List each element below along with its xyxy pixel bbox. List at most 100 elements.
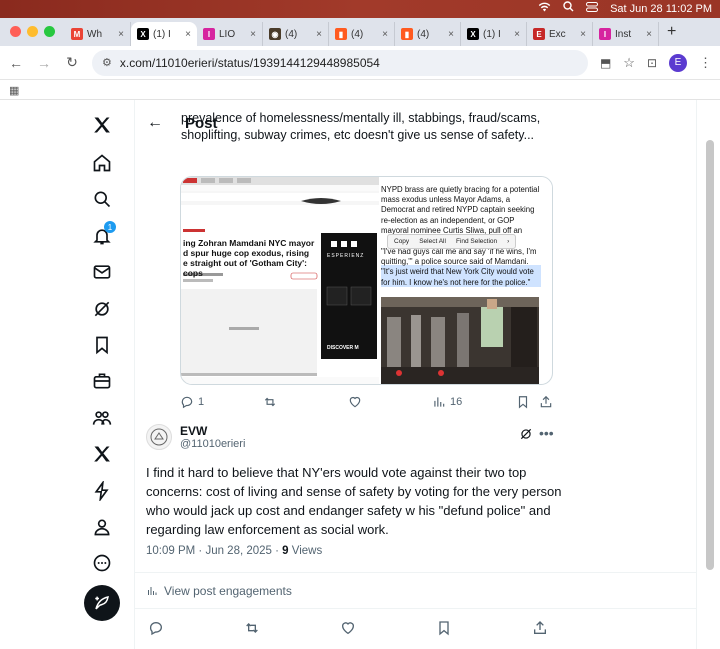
bookmark-icon	[518, 396, 528, 409]
tab-close-icon[interactable]: ×	[448, 29, 454, 40]
tab-title: Exc	[549, 28, 566, 40]
jobs-briefcase-icon[interactable]	[84, 366, 120, 396]
browser-tab[interactable]: M Wh ×	[65, 22, 131, 46]
author-handle[interactable]: @11010erieri	[180, 438, 245, 450]
tab-favicon-icon: M	[71, 28, 83, 40]
messages-envelope-icon[interactable]	[84, 257, 120, 287]
bookmark-icon	[439, 621, 449, 636]
premium-x-icon[interactable]	[84, 439, 120, 469]
tab-close-icon[interactable]: ×	[580, 29, 586, 40]
tab-title: (1) I	[483, 28, 501, 40]
grok-explain-button[interactable]	[519, 427, 533, 441]
explore-search-icon[interactable]	[84, 184, 120, 214]
tab-title: LIO	[219, 28, 236, 40]
heart-icon	[349, 396, 361, 408]
back-button[interactable]: ←	[147, 114, 163, 132]
page-scrollbar[interactable]	[706, 140, 714, 570]
parent-repost-button[interactable]	[263, 395, 277, 409]
tab-favicon-icon: ▮	[401, 28, 413, 40]
more-options-icon[interactable]	[84, 548, 120, 578]
tab-title: (1) I	[153, 28, 171, 40]
tab-close-icon[interactable]: ×	[118, 29, 124, 40]
menubar-clock[interactable]: Sat Jun 28 11:02 PM	[610, 0, 712, 18]
bookmark-star-icon[interactable]: ☆	[623, 55, 635, 71]
repost-button[interactable]	[244, 620, 260, 636]
article-right-quote: "I've had guys call me and say 'if he wi…	[381, 247, 537, 287]
home-icon[interactable]	[84, 148, 120, 178]
context-menu-find-selection[interactable]: Find Selection	[456, 238, 497, 245]
parent-reply-count: 1	[198, 396, 205, 408]
forward-arrow-icon[interactable]: →	[36, 55, 52, 71]
x-logo-icon[interactable]	[84, 110, 120, 140]
close-window-button[interactable]	[10, 26, 21, 37]
browser-tab[interactable]: I LIO ×	[197, 22, 263, 46]
browser-tab[interactable]: I Inst ×	[593, 22, 659, 46]
new-tab-button[interactable]: +	[659, 23, 686, 46]
tab-favicon-icon: X	[467, 28, 479, 40]
search-icon[interactable]	[563, 0, 574, 18]
verified-orgs-lightning-icon[interactable]	[84, 476, 120, 506]
tab-title: (4)	[285, 28, 298, 40]
apps-grid-icon[interactable]: ▦	[9, 84, 19, 97]
minimize-window-button[interactable]	[27, 26, 38, 37]
parent-share-button[interactable]	[539, 395, 553, 409]
browser-tab[interactable]: ▮ (4) ×	[329, 22, 395, 46]
notifications-bell-icon[interactable]: 1	[84, 221, 120, 251]
tab-close-icon[interactable]: ×	[646, 29, 652, 40]
parent-like-button[interactable]	[348, 395, 362, 409]
view-engagements-label[interactable]: View post engagements	[164, 584, 292, 598]
post-more-icon[interactable]: •••	[539, 425, 554, 441]
compose-post-button[interactable]	[84, 585, 120, 621]
browser-tab[interactable]: X (1) I ×	[131, 22, 197, 46]
install-app-icon[interactable]: ⬒	[600, 56, 611, 70]
profile-avatar[interactable]: E	[669, 53, 687, 72]
maximize-window-button[interactable]	[44, 26, 55, 37]
reply-button[interactable]	[148, 620, 164, 636]
context-menu-more-icon[interactable]: ›	[507, 238, 509, 245]
tab-search-icon[interactable]: ⊡	[647, 56, 657, 70]
control-center-icon[interactable]	[586, 0, 599, 18]
tab-title: Wh	[87, 28, 102, 40]
browser-tab[interactable]: ◉ (4) ×	[263, 22, 329, 46]
browser-tab[interactable]: X (1) I ×	[461, 22, 527, 46]
tab-close-icon[interactable]: ×	[250, 29, 256, 40]
browser-tab[interactable]: E Exc ×	[527, 22, 593, 46]
browser-menu-icon[interactable]: ⋮	[699, 55, 712, 71]
parent-bookmark-button[interactable]	[516, 395, 530, 409]
site-info-icon[interactable]: ⚙	[102, 56, 112, 69]
tab-favicon-icon: ◉	[269, 28, 281, 40]
parent-views-button[interactable]: 16	[432, 395, 462, 409]
bookmarks-icon[interactable]	[84, 330, 120, 360]
author-avatar[interactable]	[146, 424, 172, 450]
back-arrow-icon[interactable]: ←	[8, 55, 24, 71]
parent-post-image[interactable]: ing Zohran Mamdani NYC mayor d spur huge…	[180, 176, 553, 385]
separator	[135, 608, 696, 609]
grok-icon[interactable]	[84, 294, 120, 324]
profile-person-icon[interactable]	[84, 512, 120, 542]
browser-tab[interactable]: ▮ (4) ×	[395, 22, 461, 46]
post-meta: 10:09 PM · Jun 28, 2025 · 9 Views	[146, 545, 322, 557]
tab-close-icon[interactable]: ×	[514, 29, 520, 40]
context-menu-select-all[interactable]: Select All	[419, 238, 446, 245]
author-name[interactable]: EVW	[180, 424, 245, 438]
share-button[interactable]	[532, 620, 548, 636]
wifi-icon[interactable]	[538, 0, 551, 18]
post-timestamp[interactable]: 10:09 PM · Jun 28, 2025 ·	[146, 545, 282, 557]
communities-icon[interactable]	[84, 403, 120, 433]
tab-close-icon[interactable]: ×	[382, 29, 388, 40]
tab-close-icon[interactable]: ×	[185, 29, 191, 40]
tab-close-icon[interactable]: ×	[316, 29, 322, 40]
seal-avatar-icon	[150, 428, 168, 446]
analytics-icon	[148, 587, 157, 595]
url-text[interactable]: x.com/11010erieri/status/193914412944898…	[120, 56, 380, 70]
bookmarks-bar: ▦	[0, 80, 720, 100]
view-engagements-link[interactable]: View post engagements	[146, 584, 292, 598]
like-button[interactable]	[340, 620, 356, 636]
repost-icon	[264, 397, 276, 407]
address-bar[interactable]: ⚙ x.com/11010erieri/status/1939144129448…	[92, 49, 588, 76]
bookmark-button[interactable]	[436, 620, 452, 636]
parent-reply-button[interactable]: 1	[180, 395, 204, 409]
reload-icon[interactable]: ↻	[64, 54, 80, 71]
parent-views-count: 16	[450, 396, 463, 408]
context-menu-copy[interactable]: Copy	[394, 238, 409, 245]
